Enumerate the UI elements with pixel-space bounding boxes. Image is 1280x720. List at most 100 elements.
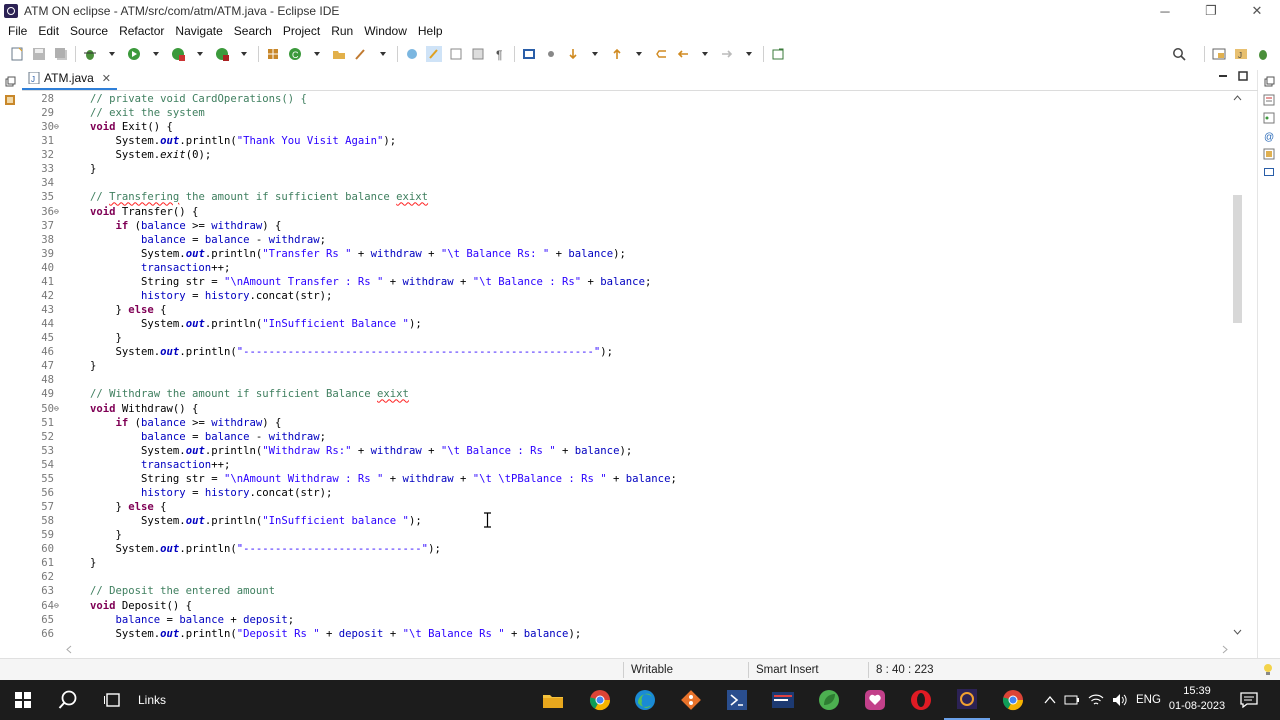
run-icon[interactable]: [126, 46, 142, 62]
back-icon[interactable]: [675, 46, 691, 62]
code-line[interactable]: 34: [22, 176, 1222, 190]
taskbar-git[interactable]: [668, 680, 714, 720]
code-line[interactable]: 43 } else {: [22, 303, 1222, 317]
chevron-down-icon[interactable]: [309, 46, 325, 62]
code-line[interactable]: 53 System.out.println("Withdraw Rs:" + w…: [22, 444, 1222, 458]
new-icon[interactable]: [9, 46, 25, 62]
code-line[interactable]: 52 balance = balance - withdraw;: [22, 430, 1222, 444]
code-line[interactable]: 28 // private void CardOperations() {: [22, 92, 1222, 106]
code-line[interactable]: 38 balance = balance - withdraw;: [22, 233, 1222, 247]
search-icon[interactable]: [1171, 46, 1187, 62]
menu-file[interactable]: File: [4, 24, 34, 38]
scroll-down-icon[interactable]: [1233, 629, 1242, 635]
package-explorer-icon[interactable]: [4, 94, 16, 106]
block-selection-icon[interactable]: [470, 46, 486, 62]
notification-center-button[interactable]: [1226, 680, 1272, 720]
code-line[interactable]: 62: [22, 570, 1222, 584]
task-view-button[interactable]: [90, 680, 136, 720]
show-whitespace-icon[interactable]: ¶: [492, 46, 508, 62]
coverage-icon[interactable]: [170, 46, 186, 62]
horizontal-scrollbar[interactable]: [62, 643, 1232, 655]
taskbar-app-green[interactable]: [806, 680, 852, 720]
word-wrap-icon[interactable]: [448, 46, 464, 62]
vertical-scrollbar[interactable]: [1230, 91, 1244, 641]
code-line[interactable]: 40 transaction++;: [22, 261, 1222, 275]
wifi-icon[interactable]: [1088, 693, 1104, 707]
scroll-right-icon[interactable]: [1222, 645, 1228, 654]
open-perspective-icon[interactable]: [1211, 46, 1227, 62]
code-line[interactable]: 42 history = history.concat(str);: [22, 289, 1222, 303]
code-line[interactable]: 48: [22, 373, 1222, 387]
open-type-icon[interactable]: [331, 46, 347, 62]
menu-window[interactable]: Window: [360, 24, 414, 38]
chevron-down-icon[interactable]: [148, 46, 164, 62]
save-icon[interactable]: [31, 46, 47, 62]
code-line[interactable]: 49 // Withdraw the amount if sufficient B…: [22, 387, 1222, 401]
code-line[interactable]: 32 System.exit(0);: [22, 148, 1222, 162]
console-view-icon[interactable]: [1263, 166, 1275, 178]
code-line[interactable]: 39 System.out.println("Transfer Rs " + w…: [22, 247, 1222, 261]
maximize-icon[interactable]: [1238, 71, 1248, 81]
chevron-down-icon[interactable]: [631, 46, 647, 62]
chevron-down-icon[interactable]: [741, 46, 757, 62]
code-line[interactable]: 61}: [22, 556, 1222, 570]
code-line[interactable]: 47}: [22, 359, 1222, 373]
code-line[interactable]: 30 ⊖ void Exit() {: [22, 120, 1222, 134]
debug-icon[interactable]: [82, 46, 98, 62]
tab-atm-java[interactable]: J ATM.java ✕: [22, 68, 118, 90]
taskbar-app-pink[interactable]: [852, 680, 898, 720]
volume-icon[interactable]: [1112, 693, 1128, 707]
new-java-class-icon[interactable]: C: [287, 46, 303, 62]
code-line[interactable]: 35 // Transfering the amount if sufficien…: [22, 190, 1222, 204]
code-line[interactable]: 33}: [22, 162, 1222, 176]
chevron-down-icon[interactable]: [192, 46, 208, 62]
fold-collapse-icon[interactable]: ⊖: [54, 402, 64, 416]
code-line[interactable]: 59 }: [22, 528, 1222, 542]
code-line[interactable]: 46 System.out.println("-----------------…: [22, 345, 1222, 359]
taskbar-chrome[interactable]: [577, 680, 623, 720]
code-line[interactable]: 55 String str = "\nAmount Withdraw : Rs …: [22, 472, 1222, 486]
menu-project[interactable]: Project: [279, 24, 327, 38]
code-line[interactable]: 64 ⊖ void Deposit() {: [22, 599, 1222, 613]
scroll-left-icon[interactable]: [66, 645, 72, 654]
menu-edit[interactable]: Edit: [34, 24, 66, 38]
links-toolbar[interactable]: Links: [138, 680, 166, 720]
restore-button[interactable]: ❐: [1188, 0, 1234, 22]
taskbar-app-blue[interactable]: [760, 680, 806, 720]
fold-collapse-icon[interactable]: ⊖: [54, 599, 64, 613]
taskbar-vscode[interactable]: [714, 680, 760, 720]
code-line[interactable]: 56 history = history.concat(str);: [22, 486, 1222, 500]
code-line[interactable]: 37 if (balance >= withdraw) {: [22, 219, 1222, 233]
code-line[interactable]: 45 }: [22, 331, 1222, 345]
code-line[interactable]: 44 System.out.println("InSufficient Bala…: [22, 317, 1222, 331]
code-line[interactable]: 31 System.out.println("Thank You Visit A…: [22, 134, 1222, 148]
taskbar-clock[interactable]: 15:39 01-08-2023: [1162, 684, 1232, 714]
code-line[interactable]: 36 ⊖ void Transfer() {: [22, 205, 1222, 219]
code-line[interactable]: 60 System.out.println("-----------------…: [22, 542, 1222, 556]
menu-source[interactable]: Source: [66, 24, 115, 38]
menu-search[interactable]: Search: [230, 24, 279, 38]
code-line[interactable]: 54 transaction++;: [22, 458, 1222, 472]
pin-editor-icon[interactable]: [770, 46, 786, 62]
restore-icon[interactable]: [1263, 76, 1275, 88]
chevron-down-icon[interactable]: [104, 46, 120, 62]
code-editor[interactable]: 28 // private void CardOperations() {29 //…: [22, 91, 1250, 641]
windows-start-button[interactable]: [0, 680, 46, 720]
code-line[interactable]: 63 // Deposit the entered amount: [22, 584, 1222, 598]
taskbar-eclipse[interactable]: [944, 680, 990, 720]
chevron-down-icon[interactable]: [236, 46, 252, 62]
pin-icon[interactable]: [543, 46, 559, 62]
taskbar-chrome-2[interactable]: [990, 680, 1036, 720]
code-line[interactable]: 57 } else {: [22, 500, 1222, 514]
chevron-down-icon[interactable]: [587, 46, 603, 62]
external-tools-icon[interactable]: [214, 46, 230, 62]
declaration-icon[interactable]: [1263, 148, 1275, 160]
menu-navigate[interactable]: Navigate: [171, 24, 229, 38]
taskbar-search-button[interactable]: [45, 680, 91, 720]
notification-lightbulb-icon[interactable]: [1262, 663, 1274, 677]
menu-help[interactable]: Help: [414, 24, 450, 38]
task-list-icon[interactable]: [1263, 94, 1275, 106]
console-icon[interactable]: [521, 46, 537, 62]
chevron-down-icon[interactable]: [375, 46, 391, 62]
scrollbar-thumb[interactable]: [1233, 195, 1242, 323]
